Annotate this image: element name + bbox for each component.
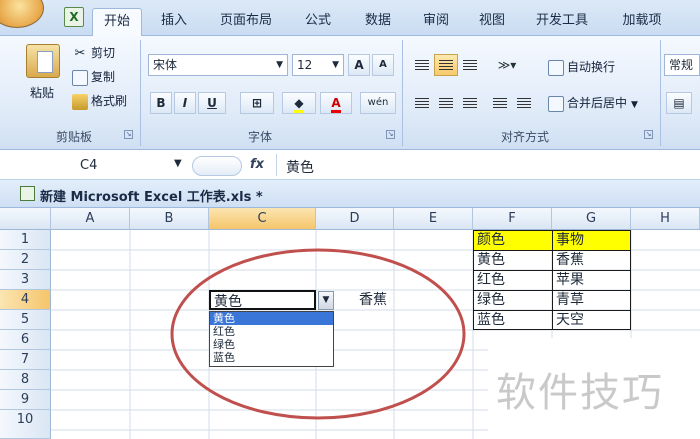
- watermark-text: 软件技巧: [496, 370, 664, 416]
- annotation-ellipse: [170, 248, 466, 420]
